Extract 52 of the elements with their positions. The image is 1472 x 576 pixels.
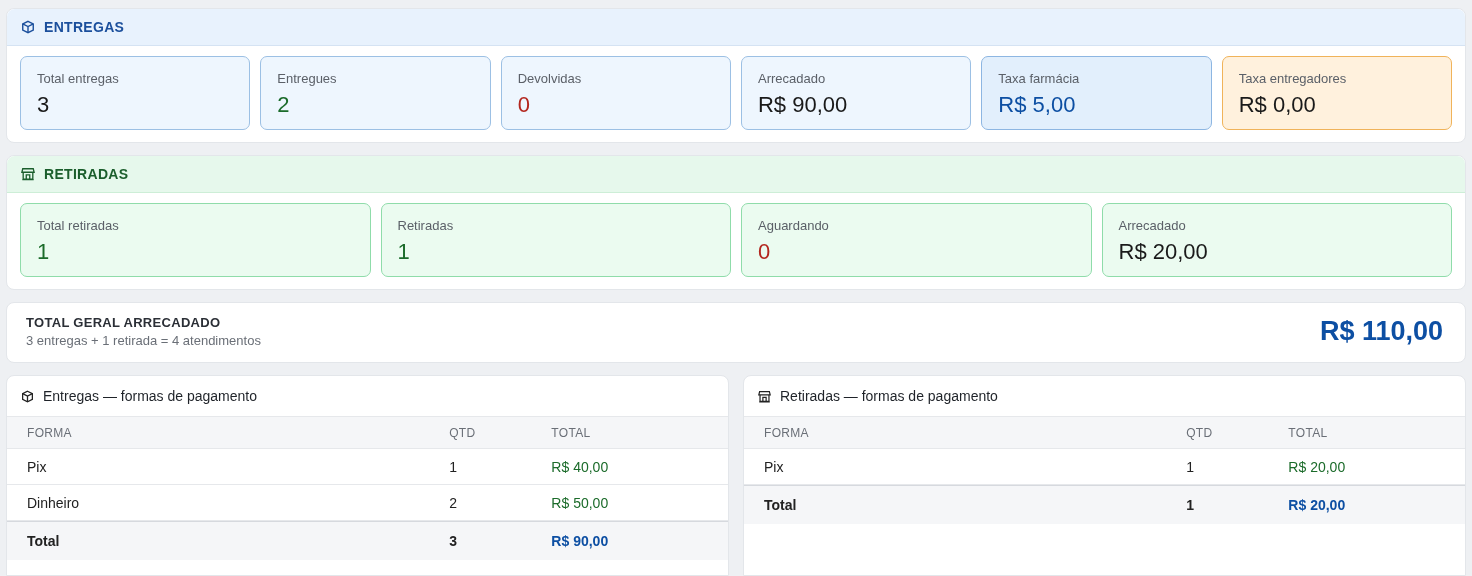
total-value: R$ 110,00 [1319, 316, 1443, 347]
table-cell-text: Total [764, 497, 798, 513]
stat-value: 1 [397, 239, 411, 265]
table-cell-text: R$ 20,00 [1288, 497, 1347, 513]
stat-value: 0 [517, 92, 531, 118]
box-icon [21, 20, 35, 34]
store-icon [21, 167, 35, 181]
stat-value: R$ 5,00 [998, 92, 1077, 118]
stat-label: Taxa farmácia [998, 71, 1081, 86]
table-cell-text: Dinheiro [27, 494, 81, 511]
table-cell-text: R$ 20,00 [1288, 458, 1347, 475]
table-cell-text: Pix [27, 458, 48, 475]
section-title: RETIRADAS [44, 166, 129, 182]
table-cell-text: Total [27, 533, 61, 549]
table-cell-text: 3 [449, 533, 458, 549]
stat-label: Total entregas [37, 71, 120, 86]
stat-label: Arrecadado [758, 71, 827, 86]
stat-label: Taxa entregadores [1238, 71, 1348, 86]
table-cell-text: R$ 40,00 [551, 458, 610, 475]
stat-value: 2 [277, 92, 291, 118]
column-header: FORMA [27, 425, 73, 440]
column-header: TOTAL [1288, 425, 1329, 440]
stat-label: Arrecadado [1118, 218, 1187, 233]
stat-label: Retiradas [397, 218, 455, 233]
stat-value: 3 [37, 92, 51, 118]
table-cell-text: R$ 90,00 [551, 533, 610, 549]
table-title: Retiradas — formas de pagamento [780, 388, 998, 404]
total-title: TOTAL GERAL ARRECADADO [26, 315, 222, 330]
stat-value: 0 [758, 239, 772, 265]
stat-value: R$ 90,00 [758, 92, 849, 118]
table-title: Entregas — formas de pagamento [43, 388, 257, 404]
column-header: FORMA [764, 425, 810, 440]
table-cell-text: 2 [449, 494, 458, 511]
table-cell-text: 1 [449, 458, 458, 475]
store-icon [758, 389, 771, 403]
stat-value: R$ 20,00 [1118, 239, 1209, 265]
column-header: QTD [1186, 425, 1214, 440]
stat-label: Total retiradas [37, 218, 120, 233]
table-cell-text: 1 [1186, 458, 1195, 475]
table-cell-text: 1 [1186, 497, 1195, 513]
stat-label: Aguardando [758, 218, 830, 233]
stat-label: Devolvidas [517, 71, 583, 86]
table-cell-text: R$ 50,00 [551, 494, 610, 511]
stat-value: 1 [37, 239, 51, 265]
column-header: QTD [449, 425, 477, 440]
table-cell-text: Pix [764, 458, 785, 475]
total-subtitle: 3 entregas + 1 retirada = 4 atendimentos [26, 333, 261, 348]
stat-value: R$ 0,00 [1238, 92, 1317, 118]
box-icon [21, 389, 34, 403]
stat-label: Entregues [277, 71, 338, 86]
column-header: TOTAL [551, 425, 592, 440]
section-title: ENTREGAS [44, 19, 125, 35]
